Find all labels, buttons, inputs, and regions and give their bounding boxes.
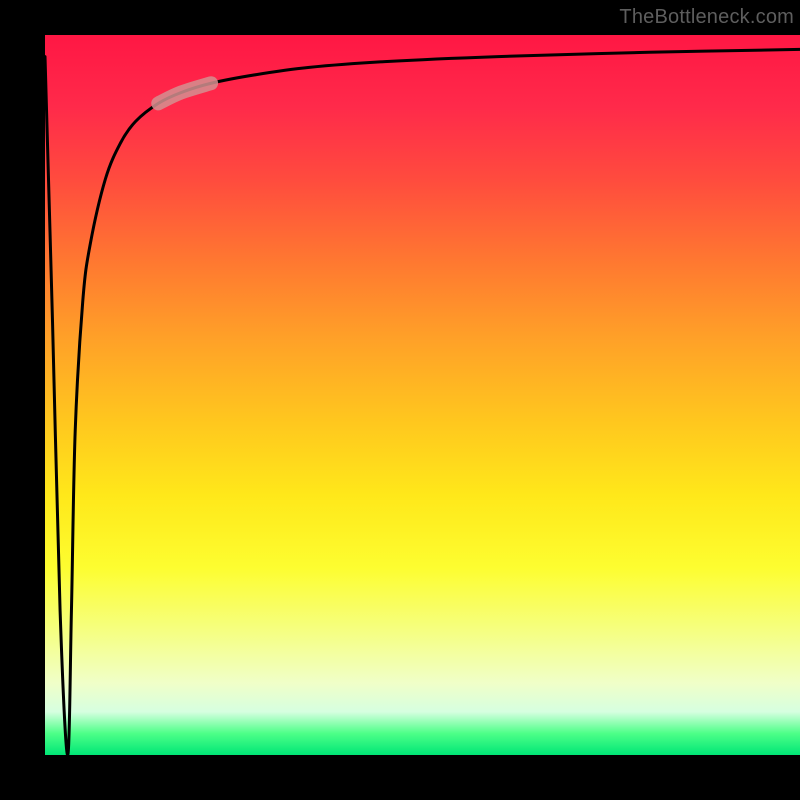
plot-area xyxy=(45,35,800,755)
curve-highlight xyxy=(158,83,211,103)
attribution-text: TheBottleneck.com xyxy=(619,6,794,29)
chart-frame: TheBottleneck.com xyxy=(0,0,800,800)
bottleneck-curve xyxy=(45,35,800,755)
curve-path xyxy=(45,49,800,755)
